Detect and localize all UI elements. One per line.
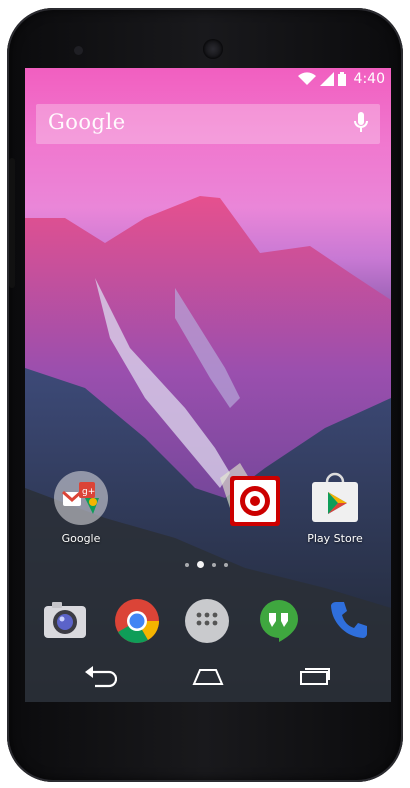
page-dot <box>212 562 216 567</box>
back-icon[interactable] <box>83 666 117 688</box>
app-label: Play Store <box>307 532 363 545</box>
search-label: Google <box>48 110 126 134</box>
battery-icon <box>337 72 346 86</box>
page-dot <box>224 562 228 567</box>
target-icon <box>230 476 280 526</box>
nav-bar <box>25 660 391 700</box>
app-google-folder[interactable]: g+ Google <box>41 470 121 545</box>
chrome-icon[interactable] <box>114 598 160 644</box>
recents-icon[interactable] <box>298 666 332 686</box>
app-drawer-icon[interactable] <box>184 598 230 644</box>
hangouts-icon[interactable] <box>256 598 302 644</box>
side-button <box>9 158 15 288</box>
phone-icon[interactable] <box>328 598 370 640</box>
status-bar: 4:40 <box>25 68 391 92</box>
mic-icon[interactable] <box>354 112 368 134</box>
page-dot <box>185 562 189 567</box>
play-store-icon <box>312 472 358 522</box>
front-sensor <box>74 46 83 55</box>
page-dot-active <box>197 561 204 568</box>
app-label: Google <box>61 532 101 545</box>
wifi-icon <box>297 72 316 85</box>
page-indicator <box>185 561 228 568</box>
home-screen: 4:40 Google g+ Google Play Store <box>25 68 391 702</box>
svg-text:g+: g+ <box>82 487 95 497</box>
front-camera <box>203 39 223 59</box>
app-target[interactable] <box>215 476 295 532</box>
google-folder-icon: g+ <box>54 471 108 525</box>
dock <box>25 598 391 648</box>
home-icon[interactable] <box>190 666 226 686</box>
status-time: 4:40 <box>353 71 385 87</box>
camera-icon[interactable] <box>42 598 88 642</box>
signal-icon <box>319 72 334 86</box>
google-search-bar[interactable]: Google <box>36 104 380 144</box>
app-play-store[interactable]: Play Store <box>295 470 375 545</box>
